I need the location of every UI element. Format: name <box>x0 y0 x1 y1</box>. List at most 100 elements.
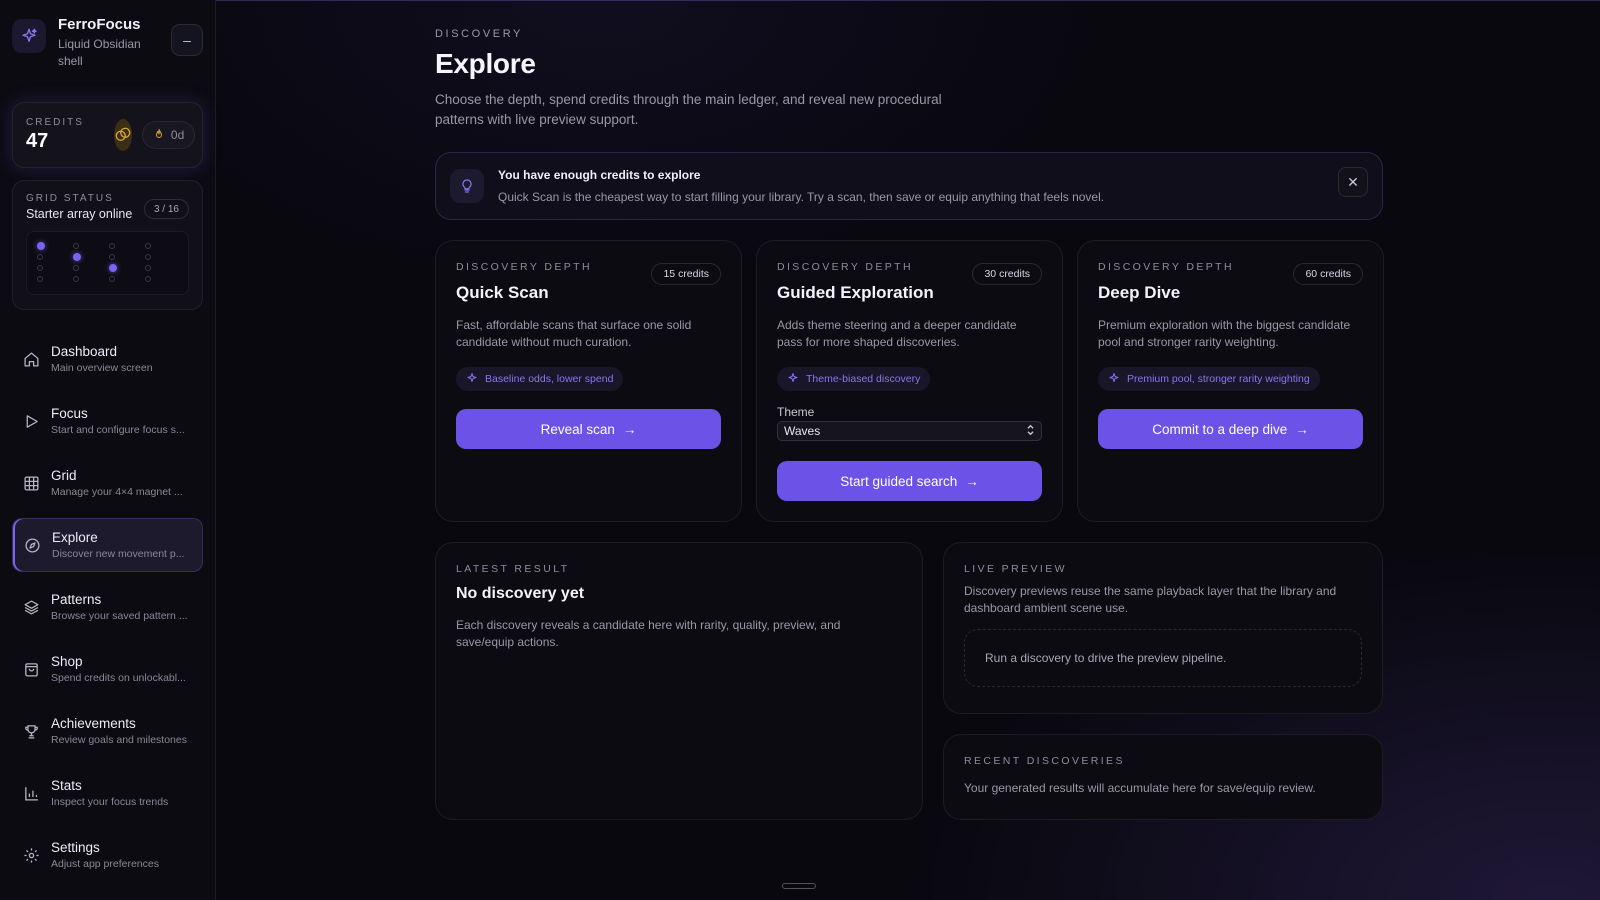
sidebar-item-shop[interactable]: Shop Spend credits on unlockabl... <box>12 642 203 696</box>
depth-card-quick-scan: DISCOVERY DEPTH 15 credits Quick Scan Fa… <box>435 240 742 522</box>
grid-status-title: Starter array online <box>26 207 133 221</box>
grid-cell-active <box>109 263 117 272</box>
grid-status-count: 3 / 16 <box>143 199 189 219</box>
grid-cell <box>73 275 79 282</box>
app-name: FerroFocus <box>58 16 141 33</box>
grid-cell-active <box>37 241 45 250</box>
grid-preview <box>26 231 189 295</box>
chevron-up-down-icon <box>1026 424 1035 439</box>
streak-value: 0d <box>170 128 185 142</box>
grid-cell <box>145 275 151 282</box>
depth-tag: Premium pool, stronger rarity weighting <box>1098 367 1320 391</box>
grid-cell <box>145 253 151 260</box>
main-content: DISCOVERY Explore Choose the depth, spen… <box>435 0 1384 820</box>
results-section: LATEST RESULT No discovery yet Each disc… <box>435 542 1383 820</box>
streak-badge: 0d <box>141 121 196 149</box>
home-icon <box>22 350 40 368</box>
notice-title: You have enough credits to explore <box>498 168 701 182</box>
sparkle-icon <box>787 372 799 387</box>
grid-cell-active <box>73 252 81 261</box>
sidebar-item-description: Manage your 4×4 magnet ... <box>51 486 183 498</box>
sidebar-item-description: Start and configure focus s... <box>51 424 185 436</box>
arrow-right-icon: → <box>1295 421 1309 437</box>
sidebar-item-description: Review goals and milestones <box>51 734 187 746</box>
grid-cell <box>73 242 79 249</box>
preview-eyebrow: LIVE PREVIEW <box>964 563 1067 575</box>
notice-body: Quick Scan is the cheapest way to start … <box>498 190 1105 204</box>
sidebar-item-description: Spend credits on unlockabl... <box>51 672 186 684</box>
layers-icon <box>22 598 40 616</box>
coins-icon <box>113 119 132 151</box>
sidebar-item-label: Patterns <box>51 592 102 607</box>
cta-label: Reveal scan <box>540 421 615 437</box>
sidebar-item-dashboard[interactable]: Dashboard Main overview screen <box>12 332 203 386</box>
credits-label: CREDITS <box>26 117 84 128</box>
cost-badge: 15 credits <box>651 263 721 285</box>
sidebar-item-description: Inspect your focus trends <box>51 796 169 808</box>
dismiss-notice-button[interactable]: ✕ <box>1338 167 1368 197</box>
grid-cell <box>145 242 151 249</box>
scroll-handle[interactable] <box>782 883 816 889</box>
depth-description: Adds theme steering and a deeper candida… <box>777 318 1017 349</box>
grid-cell <box>37 253 43 260</box>
sidebar-item-settings[interactable]: Settings Adjust app preferences <box>12 828 203 882</box>
collapse-sidebar-button[interactable]: – <box>171 24 203 56</box>
grid-cell <box>73 264 79 271</box>
cost-badge: 60 credits <box>1293 263 1363 285</box>
credits-value: 47 <box>26 130 49 152</box>
sidebar-item-explore[interactable]: Explore Discover new movement p... <box>12 518 203 572</box>
grid-status-label: GRID STATUS <box>26 193 114 204</box>
sidebar-item-patterns[interactable]: Patterns Browse your saved pattern ... <box>12 580 203 634</box>
gear-icon <box>22 846 40 864</box>
grid-cell <box>37 275 43 282</box>
depth-tag-label: Premium pool, stronger rarity weighting <box>1127 373 1310 385</box>
grid-cell <box>145 264 151 271</box>
theme-label: Theme <box>777 405 815 419</box>
depth-title: Deep Dive <box>1098 283 1181 302</box>
sidebar: FerroFocus Liquid Obsidian shell – CREDI… <box>0 0 216 900</box>
app-subtitle: Liquid Obsidian shell <box>58 37 141 68</box>
sidebar-item-label: Shop <box>51 654 83 669</box>
sparkle-icon <box>466 372 478 387</box>
preview-empty-state: Run a discovery to drive the preview pip… <box>964 629 1362 687</box>
live-preview-card: LIVE PREVIEW Discovery previews reuse th… <box>943 542 1383 714</box>
theme-select-value: Waves <box>784 424 821 438</box>
minus-icon: – <box>183 32 191 48</box>
latest-eyebrow: LATEST RESULT <box>456 563 570 575</box>
sidebar-item-stats[interactable]: Stats Inspect your focus trends <box>12 766 203 820</box>
sidebar-item-label: Stats <box>51 778 82 793</box>
depth-title: Quick Scan <box>456 283 549 302</box>
depth-card-deep-dive: DISCOVERY DEPTH 60 credits Deep Dive Pre… <box>1077 240 1384 522</box>
cta-label: Start guided search <box>840 473 958 489</box>
commit-deep-dive-button[interactable]: Commit to a deep dive → <box>1098 409 1363 449</box>
depth-title: Guided Exploration <box>777 283 934 302</box>
grid-cell <box>37 264 43 271</box>
arrow-right-icon: → <box>965 473 979 489</box>
recent-eyebrow: RECENT DISCOVERIES <box>964 755 1125 767</box>
credits-card: CREDITS 47 0d <box>12 102 203 168</box>
bag-icon <box>22 660 40 678</box>
sidebar-item-description: Main overview screen <box>51 362 153 374</box>
discovery-depths: DISCOVERY DEPTH 15 credits Quick Scan Fa… <box>435 240 1384 522</box>
depth-card-guided-exploration: DISCOVERY DEPTH 30 credits Guided Explor… <box>756 240 1063 522</box>
credits-notice: You have enough credits to explore Quick… <box>435 152 1383 220</box>
cost-badge: 30 credits <box>972 263 1042 285</box>
grid-icon <box>22 474 40 492</box>
sidebar-item-grid[interactable]: Grid Manage your 4×4 magnet ... <box>12 456 203 510</box>
depth-description: Fast, affordable scans that surface one … <box>456 318 692 349</box>
sidebar-item-label: Explore <box>52 530 98 545</box>
sidebar-item-label: Achievements <box>51 716 136 731</box>
cta-label: Commit to a deep dive <box>1152 421 1288 437</box>
latest-description: Each discovery reveals a candidate here … <box>456 618 841 649</box>
grid-cell <box>109 275 115 282</box>
theme-select[interactable]: Waves <box>777 421 1042 441</box>
sidebar-item-description: Discover new movement p... <box>52 548 185 560</box>
sidebar-item-label: Dashboard <box>51 344 118 359</box>
sidebar-item-focus[interactable]: Focus Start and configure focus s... <box>12 394 203 448</box>
trophy-icon <box>22 722 40 740</box>
start-guided-search-button[interactable]: Start guided search → <box>777 461 1042 501</box>
reveal-scan-button[interactable]: Reveal scan → <box>456 409 721 449</box>
sidebar-item-achievements[interactable]: Achievements Review goals and milestones <box>12 704 203 758</box>
sidebar-item-description: Adjust app preferences <box>51 858 159 870</box>
latest-title: No discovery yet <box>456 585 585 602</box>
